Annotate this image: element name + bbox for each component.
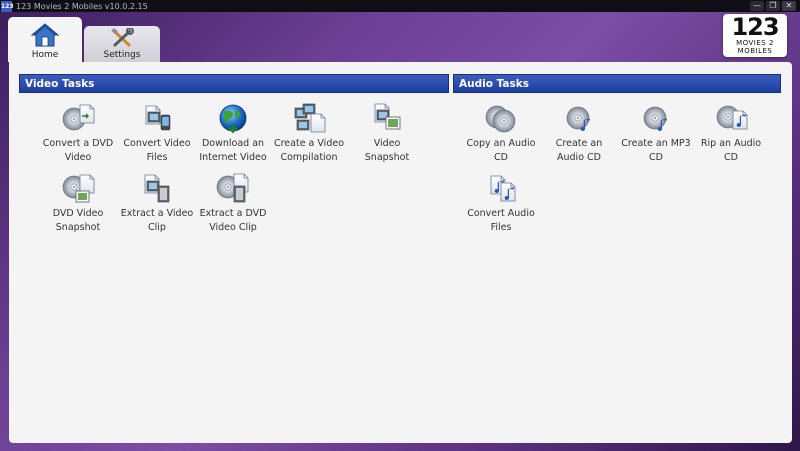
task-create-mp3-cd[interactable]: Create an MP3 CD (618, 102, 694, 164)
task-convert-dvd-video[interactable]: Convert a DVD Video (40, 102, 116, 164)
window-title: 123 Movies 2 Mobiles v10.0.2.15 (16, 1, 148, 11)
tools-icon (111, 28, 134, 47)
task-label-line1: Create an MP3 (621, 138, 691, 149)
task-label-line1: DVD Video (52, 208, 104, 219)
copy-cd-icon (485, 105, 516, 133)
task-label-line1: Extract a Video (120, 208, 194, 219)
dvd-convert-icon (62, 104, 95, 131)
task-label-line1: Convert Video (123, 138, 191, 149)
logo-number: 123 (731, 13, 779, 41)
task-label-line1: Convert a DVD (42, 138, 114, 149)
task-label-line2: CD (494, 152, 508, 163)
task-label-line2: CD (724, 152, 738, 163)
task-extract-dvd-video-clip[interactable]: Extract a DVD Video Clip (195, 172, 271, 234)
task-label-line1: Extract a DVD (199, 208, 267, 219)
home-icon (30, 23, 60, 47)
task-label-line2: Video (64, 152, 92, 163)
video-compilation-icon (294, 103, 326, 133)
video-tasks-header: Video Tasks (19, 74, 449, 93)
audio-files-icon (490, 175, 516, 202)
close-button[interactable]: ✕ (782, 1, 796, 11)
task-video-snapshot[interactable]: Video Snapshot (349, 102, 425, 164)
task-label-line1: Rip an Audio (700, 138, 762, 149)
task-label-line2: Snapshot (55, 222, 101, 233)
audio-tasks-header: Audio Tasks (453, 74, 781, 93)
logo-line2: MOBILES (737, 47, 773, 55)
create-audio-cd-icon (566, 106, 590, 131)
task-label-line2: Compilation (280, 152, 338, 163)
task-label-line1: Convert Audio (467, 208, 535, 219)
restore-button[interactable]: ❐ (766, 1, 780, 11)
task-label-line2: Audio CD (557, 152, 601, 163)
dvd-snapshot-icon (62, 174, 95, 203)
home-panel: Video Tasks Audio Tasks Convert a DVD Vi… (9, 62, 792, 443)
task-label-line1: Create an (555, 138, 603, 149)
task-label-line2: Files (146, 152, 168, 163)
app-icon: 123 (1, 0, 14, 12)
task-dvd-video-snapshot[interactable]: DVD Video Snapshot (40, 172, 116, 234)
app-logo: 123 MOVIES 2 MOBILES (723, 14, 787, 57)
task-label-line1: Create a Video (273, 138, 345, 149)
task-create-video-compilation[interactable]: Create a Video Compilation (271, 102, 347, 164)
video-files-icon (145, 105, 171, 131)
task-copy-audio-cd[interactable]: Copy an Audio CD (463, 102, 539, 164)
task-extract-video-clip[interactable]: Extract a Video Clip (119, 172, 195, 234)
create-mp3-cd-icon (643, 106, 667, 131)
task-label-line1: Download an (201, 138, 265, 149)
task-label-line1: Copy an Audio (466, 138, 536, 149)
dvd-clip-icon (216, 173, 249, 203)
tab-home-label: Home (31, 50, 59, 60)
task-label-line2: Internet Video (199, 152, 267, 163)
task-convert-audio-files[interactable]: Convert Audio Files (463, 172, 539, 234)
tab-home[interactable]: Home (8, 17, 82, 62)
tab-settings[interactable]: Settings (84, 26, 160, 62)
globe-download-icon (219, 104, 247, 134)
task-label-line2: Files (490, 222, 512, 233)
task-label-line1: Video (373, 138, 401, 149)
tab-settings-label: Settings (103, 50, 141, 60)
task-download-internet-video[interactable]: Download an Internet Video (195, 102, 271, 164)
task-label-line2: Video Clip (209, 222, 257, 233)
task-create-audio-cd[interactable]: Create an Audio CD (541, 102, 617, 164)
rip-cd-icon (716, 105, 748, 130)
minimize-button[interactable]: — (750, 1, 764, 11)
task-label-line2: Snapshot (364, 152, 410, 163)
window-controls: — ❐ ✕ (750, 1, 796, 11)
task-rip-audio-cd[interactable]: Rip an Audio CD (693, 102, 769, 164)
title-bar: 123 123 Movies 2 Mobiles v10.0.2.15 — ❐ … (0, 0, 800, 12)
task-convert-video-files[interactable]: Convert Video Files (119, 102, 195, 164)
task-label-line2: CD (649, 152, 663, 163)
main-tabs: Home Settings (8, 17, 160, 62)
video-clip-icon (144, 174, 170, 203)
task-label-line2: Clip (148, 222, 166, 233)
video-snapshot-icon (374, 103, 401, 130)
